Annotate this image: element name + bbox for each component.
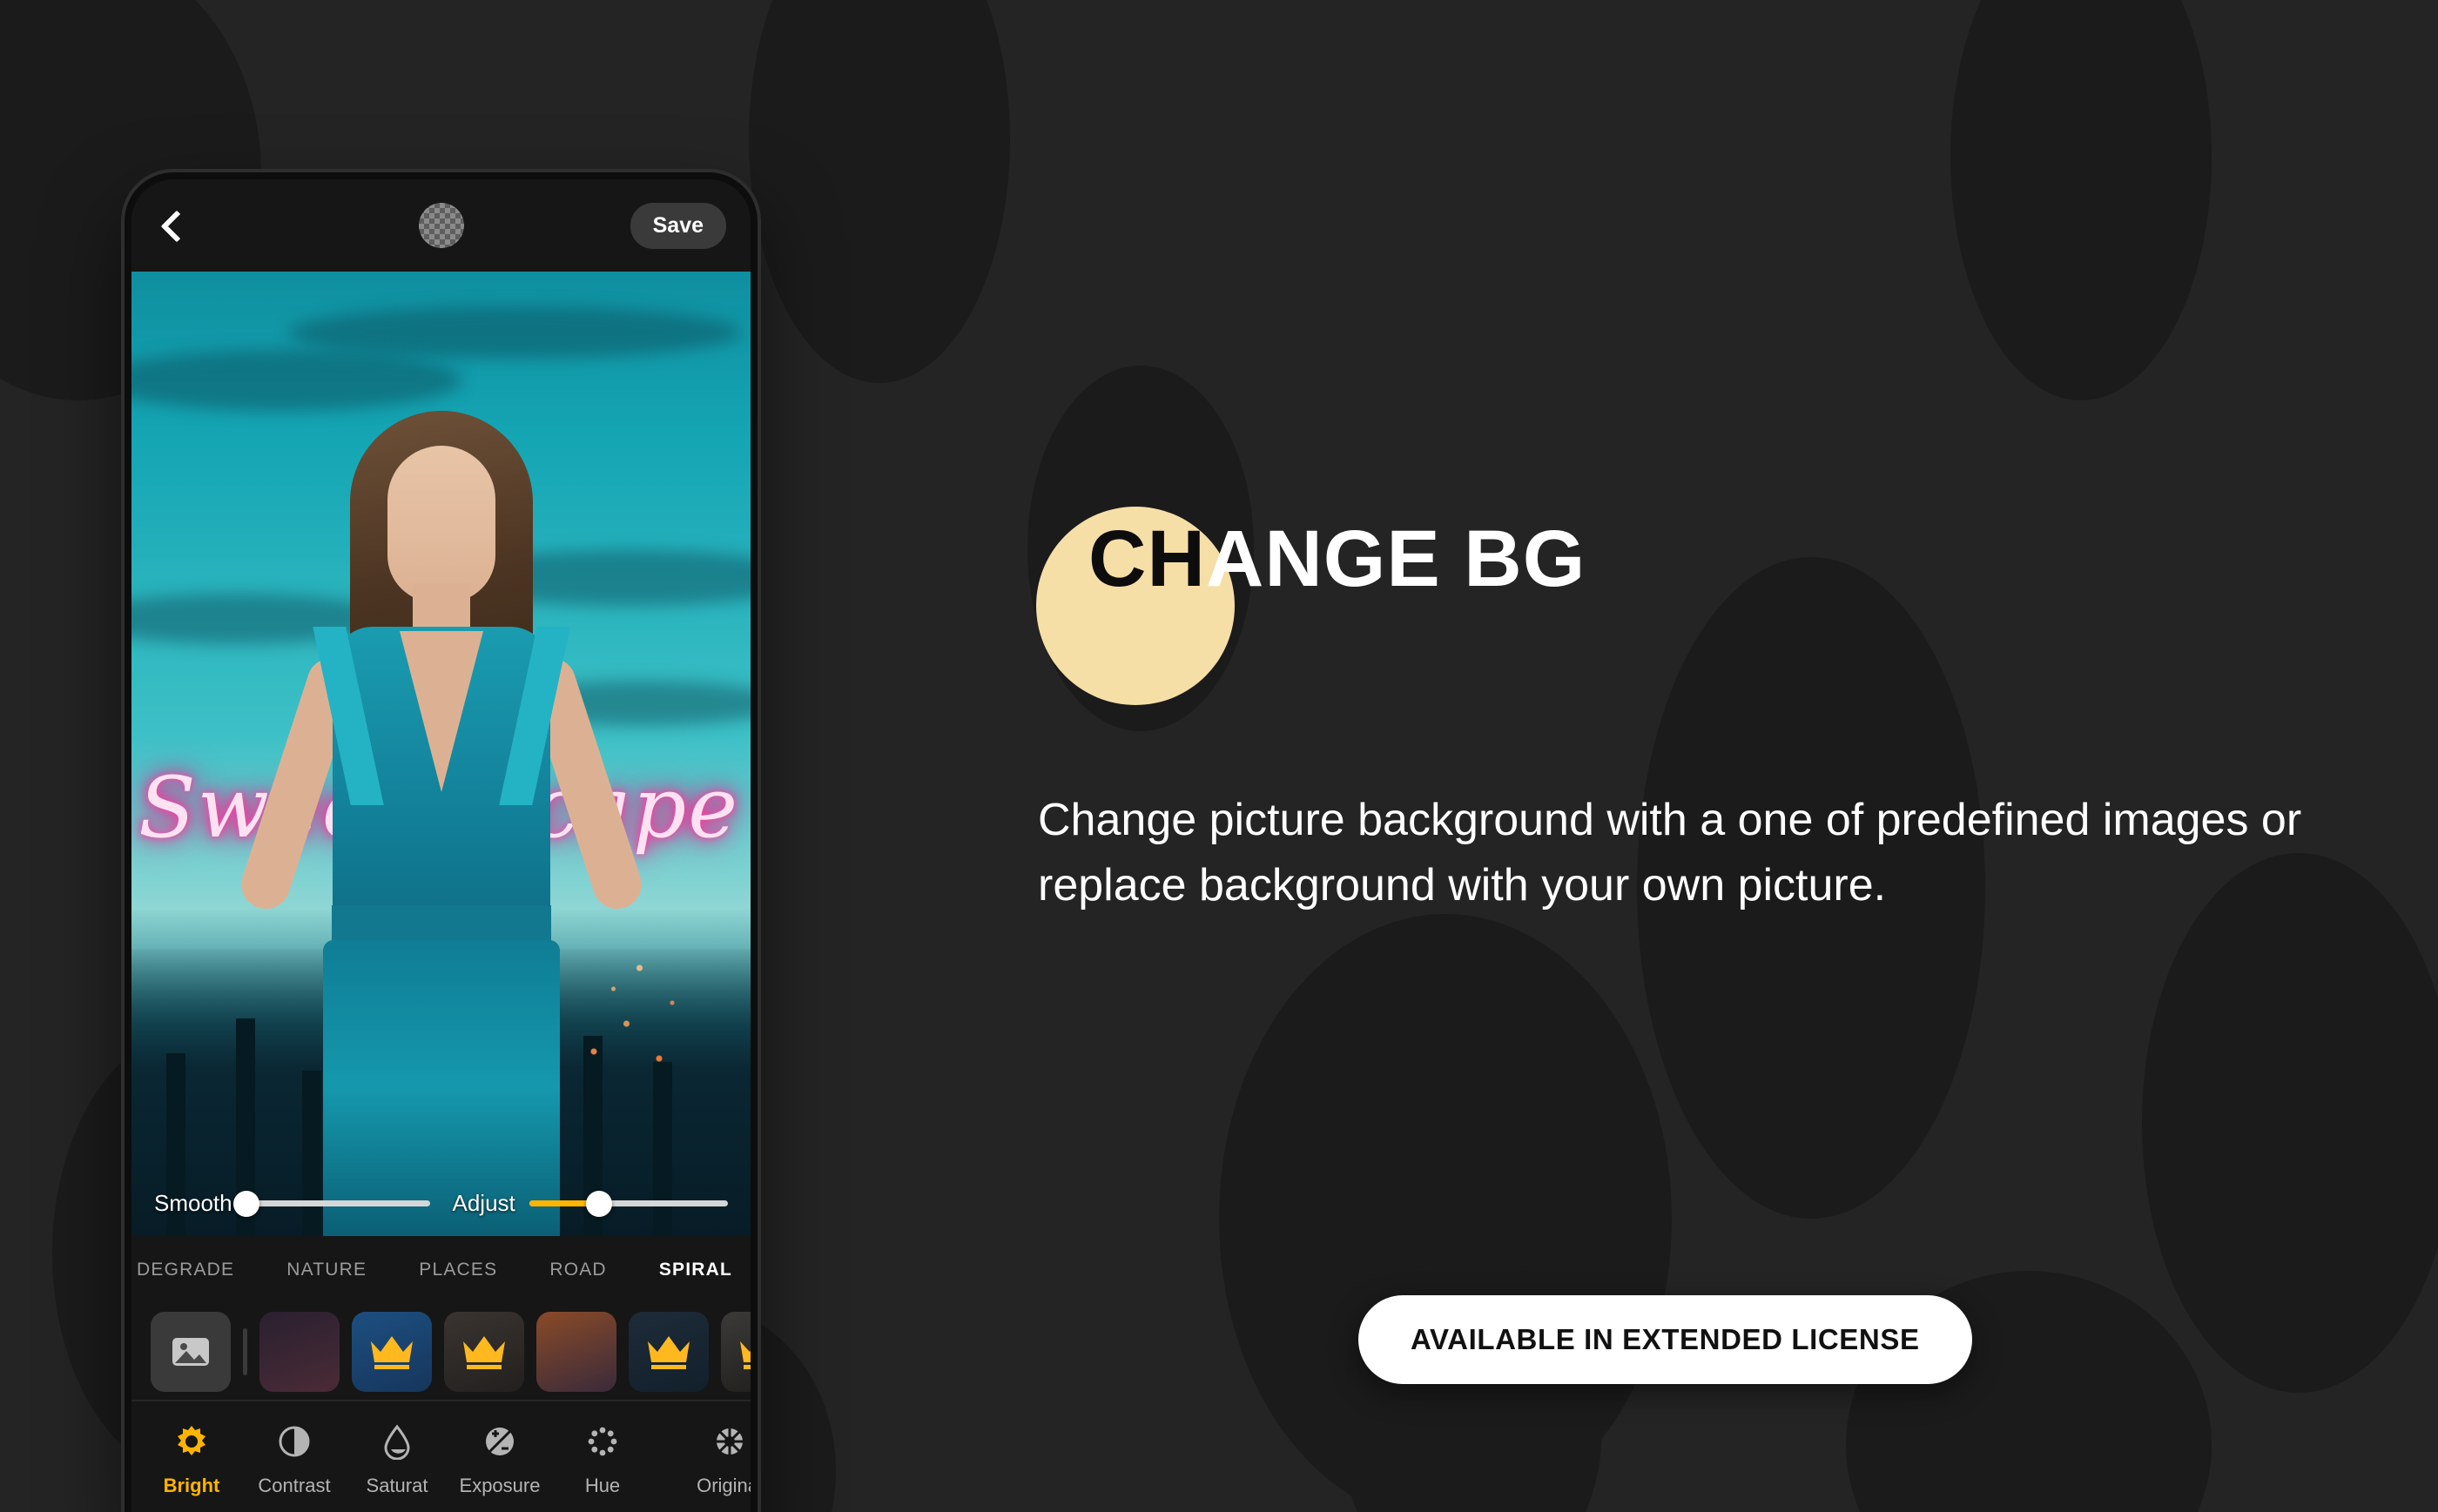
slider-smooth-label: Smooth: [154, 1190, 232, 1216]
page-title-highlight: CH: [1088, 514, 1206, 603]
transparency-checker-icon[interactable]: [418, 203, 464, 248]
promo-description: Change picture background with a one of …: [1038, 795, 2302, 911]
tool-label: Exposure: [459, 1474, 541, 1496]
promo-content: CHANGE BG Change picture background with…: [1019, 0, 2438, 1512]
phone-mockup: Save Sweet escape: [125, 172, 758, 1512]
sun-icon: [173, 1423, 210, 1464]
thumbnail-item[interactable]: [721, 1312, 751, 1392]
thumbnail-item[interactable]: [352, 1312, 432, 1392]
tool-bright[interactable]: Bright: [140, 1423, 243, 1497]
slider-smooth[interactable]: Smooth: [154, 1190, 430, 1217]
category-tab-places[interactable]: PLACES: [393, 1260, 523, 1280]
tool-exposure[interactable]: Exposure: [448, 1423, 551, 1497]
tool-label: Contrast: [258, 1474, 331, 1496]
category-tab-spiral[interactable]: SPIRAL: [633, 1260, 751, 1280]
thumbnail-item[interactable]: [536, 1312, 616, 1392]
app-header: Save: [131, 179, 751, 272]
original-ring-icon: [711, 1423, 748, 1464]
thumbnail-item[interactable]: [259, 1312, 340, 1392]
background-thumbnail-strip[interactable]: [131, 1304, 751, 1401]
save-button[interactable]: Save: [630, 202, 726, 249]
droplet-icon: [379, 1423, 415, 1464]
image-picker-icon: [172, 1338, 209, 1366]
thumbnail-item[interactable]: [629, 1312, 709, 1392]
crown-icon: [371, 1336, 413, 1369]
thumbnail-item[interactable]: [444, 1312, 524, 1392]
edit-tool-bar[interactable]: Bright Contrast Saturat Exposure Hue Original…: [131, 1401, 751, 1512]
tool-label: Bright: [163, 1474, 220, 1496]
tool-label: Saturat: [366, 1474, 428, 1496]
tool-hue[interactable]: Hue: [551, 1423, 654, 1497]
thumbnail-gallery-picker[interactable]: [151, 1312, 231, 1392]
exposure-icon: [482, 1423, 518, 1464]
page-title-rest: ANGE BG: [1205, 514, 1586, 603]
phone-screen: Save Sweet escape: [131, 179, 751, 1512]
slider-adjust-track[interactable]: [529, 1190, 728, 1217]
photo-canvas[interactable]: Sweet escape Smooth: [131, 272, 751, 1236]
crown-icon: [463, 1336, 505, 1369]
extended-license-button[interactable]: AVAILABLE IN EXTENDED LICENSE: [1358, 1295, 1972, 1384]
tool-label: Original: [697, 1474, 751, 1496]
background-blob: [749, 0, 1010, 383]
page-title-wrap: CHANGE BG: [1036, 507, 1586, 705]
category-tab-nature[interactable]: NATURE: [260, 1260, 393, 1280]
cloud-shape: [288, 306, 741, 359]
category-tabs[interactable]: DEGRADENATUREPLACESROADSPIRALGATE: [131, 1236, 751, 1304]
crown-icon: [648, 1336, 690, 1369]
slider-smooth-knob[interactable]: [232, 1190, 259, 1217]
tool-label: Hue: [584, 1474, 621, 1496]
tool-contrast[interactable]: Contrast: [243, 1423, 346, 1497]
page-title: CHANGE BG: [1036, 514, 1586, 605]
chevron-left-icon[interactable]: [156, 211, 185, 240]
crown-icon: [740, 1341, 751, 1369]
slider-adjust-label: Adjust: [452, 1190, 515, 1216]
model-subject: [234, 366, 648, 1236]
tool-saturat[interactable]: Saturat: [346, 1423, 448, 1497]
slider-smooth-track[interactable]: [232, 1190, 430, 1217]
contrast-icon: [276, 1423, 313, 1464]
category-tab-road[interactable]: ROAD: [523, 1260, 632, 1280]
tool-original[interactable]: Original: [678, 1423, 751, 1497]
thumbnail-divider: [243, 1328, 247, 1375]
slider-adjust-knob[interactable]: [585, 1190, 612, 1217]
slider-overlay: Smooth Adjust: [131, 1190, 751, 1217]
category-tab-degrade[interactable]: DEGRADE: [131, 1260, 260, 1280]
slider-adjust[interactable]: Adjust: [452, 1190, 728, 1217]
hue-ring-icon: [584, 1423, 621, 1464]
